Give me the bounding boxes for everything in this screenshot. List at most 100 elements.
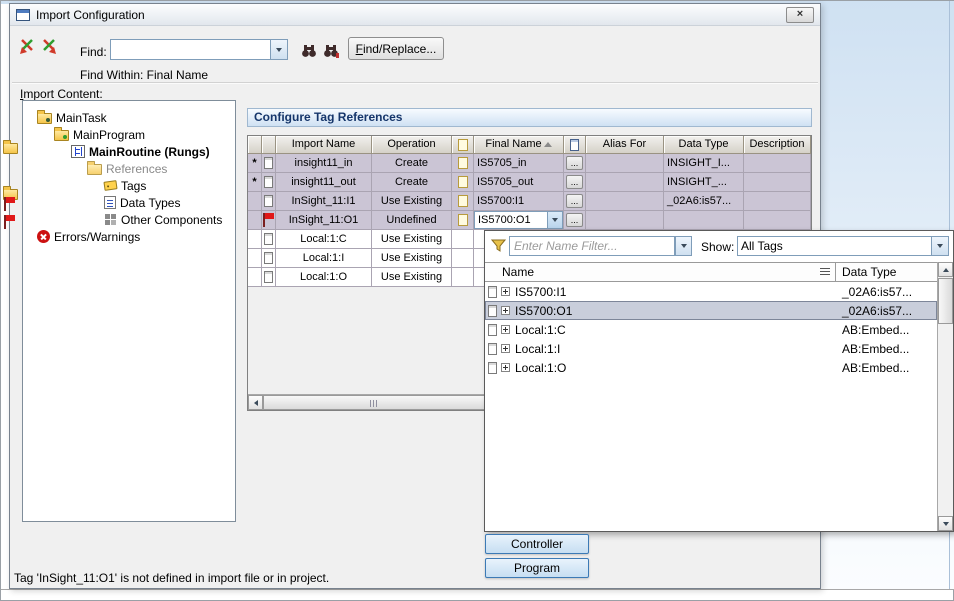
browse-button[interactable]: ... — [566, 194, 583, 208]
tag-row[interactable]: Local:1:C AB:Embed... — [485, 320, 937, 339]
column-options-icon[interactable] — [820, 268, 830, 276]
import-name-cell[interactable]: Local:1:C — [276, 230, 372, 249]
name-column-header[interactable]: Name — [485, 263, 836, 281]
final-name-cell[interactable]: IS5705_in — [474, 154, 564, 173]
expand-icon[interactable] — [501, 344, 510, 353]
tag-row[interactable]: Local:1:O AB:Embed... — [485, 358, 937, 377]
description-cell[interactable] — [744, 173, 811, 192]
row-selector[interactable] — [248, 268, 262, 287]
import-name-column-header[interactable]: Import Name — [276, 136, 372, 154]
scrollbar-thumb[interactable] — [263, 395, 485, 410]
find-dropdown-icon[interactable] — [270, 40, 287, 59]
find-input[interactable] — [110, 39, 288, 60]
program-button[interactable]: Program — [485, 558, 589, 578]
row-selector[interactable] — [248, 211, 262, 230]
tree-item-tags[interactable]: Tags — [23, 177, 235, 194]
tag-row[interactable]: Local:1:I AB:Embed... — [485, 339, 937, 358]
tree-item-data-types[interactable]: Data Types — [23, 194, 235, 211]
find-next-icon[interactable] — [38, 36, 60, 58]
scrollbar-thumb[interactable] — [938, 278, 953, 324]
row-selector[interactable] — [248, 249, 262, 268]
find-down-icon[interactable] — [300, 41, 318, 59]
expand-icon[interactable] — [501, 325, 510, 334]
import-name-cell[interactable]: InSight_11:I1 — [276, 192, 372, 211]
close-button[interactable] — [786, 7, 814, 23]
final-name-combobox[interactable]: IS5700:O1 — [474, 211, 563, 229]
data-type-cell[interactable]: INSIGHT_I... — [664, 154, 744, 173]
tree-item-mainprogram[interactable]: MainProgram — [23, 126, 235, 143]
tag-icon — [488, 286, 497, 298]
alias-for-cell[interactable] — [586, 154, 664, 173]
find-replace-button[interactable]: Find/Replace... — [348, 37, 444, 60]
tree-item-errors-warnings[interactable]: Errors/Warnings — [23, 228, 235, 245]
operation-cell[interactable]: Use Existing — [372, 249, 452, 268]
controller-button[interactable]: Controller — [485, 534, 589, 554]
import-name-cell[interactable]: Local:1:I — [276, 249, 372, 268]
expand-icon[interactable] — [501, 306, 510, 315]
import-name-cell[interactable]: insight11_out — [276, 173, 372, 192]
tree-item-references[interactable]: References — [23, 160, 235, 177]
browse-button[interactable]: ... — [566, 175, 583, 189]
data-type-column-header[interactable]: Data Type — [664, 136, 744, 154]
data-type-column-header[interactable]: Data Type — [836, 263, 937, 281]
alias-for-cell[interactable] — [586, 192, 664, 211]
operation-column-header[interactable]: Operation — [372, 136, 452, 154]
operation-cell[interactable]: Use Existing — [372, 268, 452, 287]
import-icon-column-header[interactable] — [262, 136, 276, 154]
description-cell[interactable] — [744, 154, 811, 173]
import-tag-icon — [264, 195, 273, 207]
scroll-up-button[interactable] — [938, 262, 953, 277]
data-type-cell[interactable]: _02A6:is57... — [664, 192, 744, 211]
row-selector[interactable]: * — [248, 154, 262, 173]
tree-item-mainroutine[interactable]: MainRoutine (Rungs) — [23, 143, 235, 160]
tree-item-maintask[interactable]: MainTask — [23, 109, 235, 126]
expand-icon[interactable] — [501, 363, 510, 372]
flag-icon — [262, 213, 275, 228]
operation-cell[interactable]: Use Existing — [372, 230, 452, 249]
project-icon-column-header[interactable] — [452, 136, 474, 154]
row-selector[interactable] — [248, 192, 262, 211]
operation-cell[interactable]: Undefined — [372, 211, 452, 230]
final-name-column-header[interactable]: Final Name — [474, 136, 564, 154]
scroll-down-button[interactable] — [938, 516, 953, 531]
tag-row[interactable]: IS5700:I1 _02A6:is57... — [485, 282, 937, 301]
data-type-cell[interactable]: INSIGHT_... — [664, 173, 744, 192]
row-selector[interactable]: * — [248, 173, 262, 192]
operation-cell[interactable]: Create — [372, 173, 452, 192]
import-name-cell[interactable]: insight11_in — [276, 154, 372, 173]
description-cell[interactable] — [744, 211, 811, 230]
operation-cell[interactable]: Use Existing — [372, 192, 452, 211]
row-selector[interactable] — [248, 230, 262, 249]
final-name-cell[interactable]: IS5700:I1 — [474, 192, 564, 211]
browse-button[interactable]: ... — [566, 156, 583, 170]
tag-icon — [488, 324, 497, 336]
browse-column-header[interactable] — [564, 136, 586, 154]
browse-button[interactable]: ... — [566, 213, 583, 227]
scroll-left-button[interactable] — [248, 395, 263, 410]
show-combobox[interactable]: All Tags — [737, 236, 949, 256]
find-prev-icon[interactable] — [16, 36, 38, 58]
tag-data-type: _02A6:is57... — [836, 285, 937, 299]
find-all-icon[interactable] — [322, 41, 340, 59]
alias-for-column-header[interactable]: Alias For — [586, 136, 664, 154]
selector-column-header[interactable] — [248, 136, 262, 154]
vertical-scrollbar[interactable] — [937, 262, 953, 531]
description-cell[interactable] — [744, 192, 811, 211]
operation-cell[interactable]: Create — [372, 154, 452, 173]
tree-item-other-components[interactable]: Other Components — [23, 211, 235, 228]
show-dropdown-icon[interactable] — [931, 237, 948, 255]
alias-for-cell[interactable] — [586, 173, 664, 192]
alias-for-cell[interactable] — [586, 211, 664, 230]
import-name-cell[interactable]: Local:1:O — [276, 268, 372, 287]
title-bar[interactable]: Import Configuration — [10, 4, 820, 26]
final-name-cell[interactable]: IS5705_out — [474, 173, 564, 192]
expand-icon[interactable] — [501, 287, 510, 296]
import-name-cell[interactable]: InSight_11:O1 — [276, 211, 372, 230]
filter-dropdown-button[interactable] — [675, 236, 692, 256]
description-column-header[interactable]: Description — [744, 136, 811, 154]
find-label: Find: — [80, 45, 107, 59]
tag-row-selected[interactable]: IS5700:O1 _02A6:is57... — [485, 301, 937, 320]
name-filter-input[interactable]: Enter Name Filter... — [509, 236, 675, 256]
combo-dropdown-icon[interactable] — [547, 212, 562, 228]
data-type-cell[interactable] — [664, 211, 744, 230]
